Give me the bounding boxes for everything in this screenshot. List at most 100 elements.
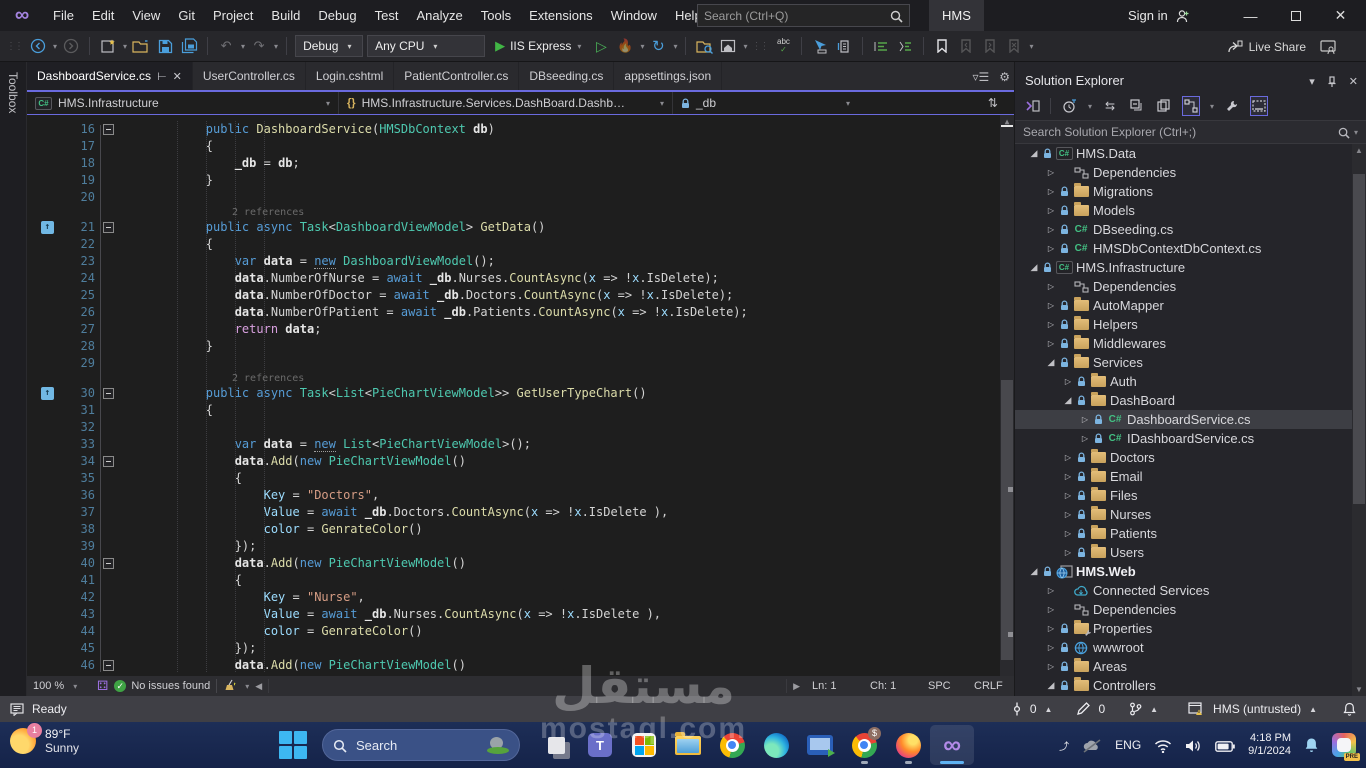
solution-explorer-search-input[interactable]: Search Solution Explorer (Ctrl+;) ▾: [1015, 120, 1366, 144]
expanded-chevron-icon[interactable]: ◢: [1027, 566, 1041, 577]
tree-item-idashboardservice-cs[interactable]: ▷ C# IDashboardService.cs: [1015, 429, 1352, 448]
code-line-38[interactable]: 38 color = GenrateColor(): [27, 521, 1000, 538]
tree-item-nurses[interactable]: ▷ Nurses: [1015, 505, 1352, 524]
notification-bell-icon[interactable]: [1304, 737, 1319, 754]
code-line-35[interactable]: 35 {: [27, 470, 1000, 487]
wifi-icon[interactable]: [1154, 737, 1172, 753]
branch-caret-icon[interactable]: ▲: [1150, 705, 1158, 714]
code-line-26[interactable]: 26 data.NumberOfPatient = await _db.Pati…: [27, 304, 1000, 321]
menu-view[interactable]: View: [123, 0, 169, 31]
menu-analyze[interactable]: Analyze: [407, 0, 471, 31]
open-file-button[interactable]: [131, 35, 151, 57]
next-bookmark-button[interactable]: [980, 35, 1000, 57]
onedrive-paused-icon[interactable]: [1082, 737, 1102, 753]
save-all-button[interactable]: [179, 35, 199, 57]
solution-name-badge[interactable]: HMS: [929, 0, 984, 31]
toolbar-overflow-dropdown[interactable]: ▾: [743, 42, 747, 51]
find-in-files-button[interactable]: [694, 35, 714, 57]
language-indicator[interactable]: ENG: [1115, 738, 1141, 752]
solution-configuration-select[interactable]: Debug ▾: [295, 35, 364, 57]
sign-in-button[interactable]: Sign in: [1128, 0, 1190, 31]
fold-collapse-icon[interactable]: [102, 456, 114, 467]
switch-views-icon[interactable]: [1023, 96, 1041, 116]
edge-button[interactable]: [754, 725, 798, 765]
tree-item-wwwroot[interactable]: ▷ wwwroot: [1015, 638, 1352, 657]
codelens-references[interactable]: 2 references: [27, 206, 1000, 219]
code-line-22[interactable]: 22 {: [27, 236, 1000, 253]
task-view-button[interactable]: [534, 725, 578, 765]
microsoft-store-button[interactable]: [622, 725, 666, 765]
line-ending-indicator[interactable]: CRLF: [968, 680, 1008, 692]
fold-collapse-icon[interactable]: [102, 124, 114, 135]
tab-dbseeding-cs[interactable]: DBseeding.cs: [519, 62, 615, 90]
push-caret-icon[interactable]: ▲: [1045, 705, 1053, 714]
file-explorer-button[interactable]: [666, 725, 710, 765]
restart-button[interactable]: ↻: [648, 35, 668, 57]
tree-item-hms-infrastructure[interactable]: ◢ C# HMS.Infrastructure: [1015, 258, 1352, 277]
tree-item-email[interactable]: ▷ Email: [1015, 467, 1352, 486]
toggle-bookmark-button[interactable]: [932, 35, 952, 57]
code-line-29[interactable]: 29: [27, 355, 1000, 372]
expanded-chevron-icon[interactable]: ◢: [1027, 262, 1041, 273]
tree-item-hms-web[interactable]: ◢ HMS.Web: [1015, 562, 1352, 581]
collapsed-chevron-icon[interactable]: ▷: [1044, 320, 1058, 329]
pin-tab-icon[interactable]: ⊢: [157, 70, 167, 83]
collapsed-chevron-icon[interactable]: ▷: [1061, 548, 1075, 557]
codelens-references[interactable]: 2 references: [27, 372, 1000, 385]
spell-check-button[interactable]: abc ✓: [773, 35, 793, 57]
code-line-19[interactable]: 19 }: [27, 172, 1000, 189]
menu-test[interactable]: Test: [366, 0, 408, 31]
column-indicator[interactable]: Ch: 1: [864, 680, 916, 692]
start-without-debugging-button[interactable]: ▷: [591, 35, 611, 57]
code-line-39[interactable]: 39 });: [27, 538, 1000, 555]
menu-git[interactable]: Git: [169, 0, 204, 31]
battery-icon[interactable]: [1215, 738, 1235, 753]
code-line-34[interactable]: 34 data.Add(new PieChartViewModel(): [27, 453, 1000, 470]
start-button[interactable]: [278, 730, 308, 760]
split-editor-icon[interactable]: ⇅: [980, 96, 1006, 110]
active-files-dropdown-icon[interactable]: ▿☰: [972, 70, 989, 84]
expanded-chevron-icon[interactable]: ◢: [1044, 357, 1058, 368]
collapse-all-icon[interactable]: [1128, 96, 1146, 116]
tree-item-dashboardservice-cs[interactable]: ▷ C# DashboardService.cs: [1015, 410, 1352, 429]
navigate-back-dropdown[interactable]: ▾: [53, 42, 57, 51]
tree-item-connected-services[interactable]: ▷ Connected Services: [1015, 581, 1352, 600]
issues-indicator[interactable]: ✓ No issues found: [114, 680, 210, 692]
tree-item-dbseeding-cs[interactable]: ▷ C# DBseeding.cs: [1015, 220, 1352, 239]
hot-reload-dropdown[interactable]: ▾: [640, 42, 644, 51]
home-window-button[interactable]: [718, 35, 738, 57]
collapsed-chevron-icon[interactable]: ▷: [1044, 662, 1058, 671]
document-outline-button[interactable]: [834, 35, 854, 57]
fold-collapse-icon[interactable]: [102, 388, 114, 399]
collapsed-chevron-icon[interactable]: ▷: [1078, 415, 1092, 424]
code-line-45[interactable]: 45 });: [27, 640, 1000, 657]
tree-item-dependencies[interactable]: ▷ Dependencies: [1015, 600, 1352, 619]
menu-tools[interactable]: Tools: [472, 0, 520, 31]
code-line-18[interactable]: 18 _db = db;: [27, 155, 1000, 172]
new-project-button[interactable]: [98, 35, 118, 57]
menu-project[interactable]: Project: [204, 0, 262, 31]
sync-icon[interactable]: ⇆: [1101, 96, 1119, 116]
tab-usercontroller-cs[interactable]: UserController.cs: [193, 62, 306, 90]
tree-item-doctors[interactable]: ▷ Doctors: [1015, 448, 1352, 467]
redo-dropdown[interactable]: ▾: [274, 42, 278, 51]
close-tab-icon[interactable]: ✕: [173, 70, 182, 83]
chrome-profile-button[interactable]: $: [842, 725, 886, 765]
code-line-17[interactable]: 17 {: [27, 138, 1000, 155]
tree-item-auth[interactable]: ▷ Auth: [1015, 372, 1352, 391]
tree-item-helpers[interactable]: ▷ Helpers: [1015, 315, 1352, 334]
code-line-31[interactable]: 31 {: [27, 402, 1000, 419]
breadcrumb-member-dropdown[interactable]: _db ▾ ⇅: [673, 92, 1014, 114]
repo-caret-icon[interactable]: ▲: [1309, 705, 1317, 714]
code-line-44[interactable]: 44 color = GenrateColor(): [27, 623, 1000, 640]
taskbar-search-input[interactable]: Search: [322, 729, 520, 761]
collapsed-chevron-icon[interactable]: ▷: [1078, 434, 1092, 443]
hidden-icons-chevron[interactable]: ⤴: [1059, 738, 1069, 753]
spaces-indicator[interactable]: SPC: [922, 680, 962, 692]
repository-label[interactable]: HMS (untrusted): [1213, 702, 1301, 716]
pin-icon[interactable]: [1327, 75, 1337, 87]
tree-item-properties[interactable]: ▷ Properties: [1015, 619, 1352, 638]
start-debugging-button[interactable]: ▶ IIS Express ▾: [489, 38, 587, 54]
collapsed-chevron-icon[interactable]: ▷: [1061, 377, 1075, 386]
save-button[interactable]: [155, 35, 175, 57]
